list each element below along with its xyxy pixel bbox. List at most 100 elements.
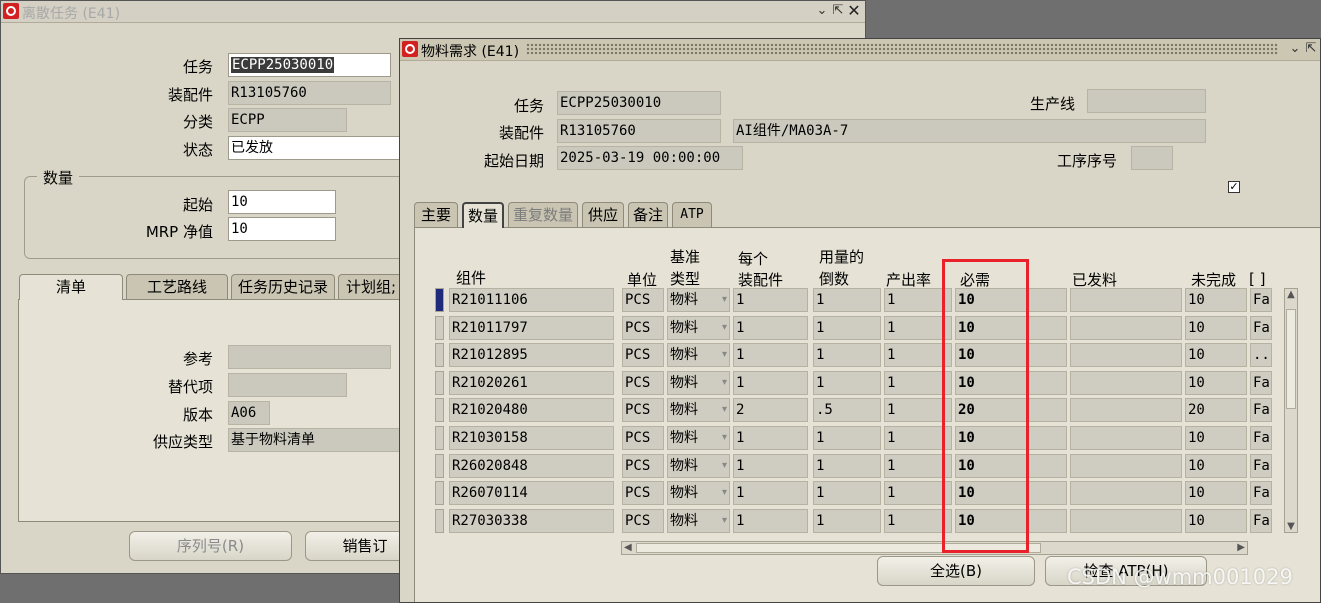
cell-open[interactable]: 10 — [1185, 370, 1247, 395]
assembly-description-field[interactable]: AI组件/MA03A-7 — [733, 119, 1206, 143]
cell-component[interactable]: R21011797 — [449, 315, 614, 340]
task-field[interactable]: ECPP25030010 — [228, 53, 391, 77]
maximize-icon[interactable]: ⇱ — [1304, 41, 1318, 57]
cell-uom[interactable]: PCS — [622, 398, 664, 423]
scroll-left-icon[interactable]: ◀ — [624, 542, 632, 553]
cell-extra[interactable]: Fa — [1250, 398, 1272, 423]
cell-uom[interactable]: PCS — [622, 508, 664, 533]
cell-issued[interactable] — [1070, 370, 1182, 395]
material-requirements-titlebar[interactable]: 物料需求 (E41) ⌄ ⇱ — [400, 39, 1320, 61]
cell-extra[interactable]: Fa — [1250, 426, 1272, 450]
start-qty-field[interactable]: 10 — [228, 190, 336, 214]
tab-job-history[interactable]: 任务历史记录 — [231, 274, 335, 300]
cell-uom[interactable]: PCS — [622, 288, 664, 312]
cell-inverse[interactable]: 1 — [813, 453, 881, 478]
maximize-icon[interactable]: ⇱ — [831, 3, 845, 19]
tab-notes[interactable]: 备注 — [628, 202, 668, 228]
minimize-icon[interactable]: ⌄ — [1288, 41, 1302, 57]
cell-per-assy[interactable]: 1 — [733, 370, 808, 395]
cell-uom[interactable]: PCS — [622, 481, 664, 506]
cell-open[interactable]: 20 — [1185, 398, 1247, 423]
cell-issued[interactable] — [1070, 453, 1182, 478]
cell-open[interactable]: 10 — [1185, 426, 1247, 450]
cell-basis[interactable]: 物料 — [667, 288, 730, 312]
cell-uom[interactable]: PCS — [622, 343, 664, 368]
cell-issued[interactable] — [1070, 426, 1182, 450]
cell-component[interactable]: R21011106 — [449, 288, 614, 312]
cell-inverse[interactable]: 1 — [813, 315, 881, 340]
cell-per-assy[interactable]: 1 — [733, 426, 808, 450]
cell-inverse[interactable]: 1 — [813, 426, 881, 450]
row-indicator[interactable] — [435, 288, 444, 312]
discrete-job-titlebar[interactable]: 离散任务 (E41) ⌄ ⇱ ✕ — [1, 1, 865, 23]
tab-supply[interactable]: 供应 — [582, 202, 624, 228]
row-indicator[interactable] — [435, 370, 444, 395]
row-indicator[interactable] — [435, 426, 444, 450]
cell-per-assy[interactable]: 2 — [733, 398, 808, 423]
tab-atp[interactable]: ATP — [672, 202, 712, 228]
cell-per-assy[interactable]: 1 — [733, 343, 808, 368]
select-all-button[interactable]: 全选(B) — [877, 556, 1035, 586]
mrp-net-field[interactable]: 10 — [228, 217, 336, 241]
cell-uom[interactable]: PCS — [622, 315, 664, 340]
cell-basis[interactable]: 物料 — [667, 508, 730, 533]
cell-component[interactable]: R21030158 — [449, 426, 614, 450]
cell-open[interactable]: 10 — [1185, 343, 1247, 368]
cell-issued[interactable] — [1070, 508, 1182, 533]
cell-component[interactable]: R27030338 — [449, 508, 614, 533]
cell-extra[interactable]: Fa — [1250, 453, 1272, 478]
row-indicator[interactable] — [435, 453, 444, 478]
cell-issued[interactable] — [1070, 315, 1182, 340]
cell-inverse[interactable]: .5 — [813, 398, 881, 423]
cell-basis[interactable]: 物料 — [667, 370, 730, 395]
cell-inverse[interactable]: 1 — [813, 343, 881, 368]
scroll-up-icon[interactable]: ▲ — [1285, 289, 1297, 300]
cell-open[interactable]: 10 — [1185, 508, 1247, 533]
tab-main[interactable]: 主要 — [414, 202, 458, 228]
cell-component[interactable]: R26020848 — [449, 453, 614, 478]
cell-uom[interactable]: PCS — [622, 426, 664, 450]
cell-issued[interactable] — [1070, 288, 1182, 312]
tab-repetitive-quantity[interactable]: 重复数量 — [508, 202, 578, 228]
cell-basis[interactable]: 物料 — [667, 398, 730, 423]
reference-field[interactable] — [228, 345, 391, 369]
cell-per-assy[interactable]: 1 — [733, 508, 808, 533]
cell-per-assy[interactable]: 1 — [733, 481, 808, 506]
cell-component[interactable]: R21020480 — [449, 398, 614, 423]
vertical-scroll-thumb[interactable] — [1286, 309, 1296, 409]
row-indicator[interactable] — [435, 481, 444, 506]
cell-extra[interactable]: .. — [1250, 343, 1272, 368]
cell-uom[interactable]: PCS — [622, 370, 664, 395]
tab-schedule-group[interactable]: 计划组; — [338, 274, 404, 300]
row-indicator[interactable] — [435, 508, 444, 533]
tab-quantity[interactable]: 数量 — [462, 202, 504, 228]
cell-component[interactable]: R21012895 — [449, 343, 614, 368]
alternate-field[interactable] — [228, 373, 347, 397]
assembly-field[interactable]: R13105760 — [228, 81, 391, 105]
cell-basis[interactable]: 物料 — [667, 426, 730, 450]
supply-type-field[interactable]: 基于物料清单 — [228, 428, 408, 452]
cell-uom[interactable]: PCS — [622, 453, 664, 478]
cell-extra[interactable]: Fa — [1250, 370, 1272, 395]
operation-seq-field[interactable] — [1131, 146, 1173, 170]
tab-bom[interactable]: 清单 — [19, 274, 123, 300]
horizontal-scrollbar[interactable]: ◀ ▶ — [621, 541, 1248, 555]
cell-basis[interactable]: 物料 — [667, 453, 730, 478]
cell-open[interactable]: 10 — [1185, 288, 1247, 312]
cell-inverse[interactable]: 1 — [813, 370, 881, 395]
cell-open[interactable]: 10 — [1185, 481, 1247, 506]
row-indicator[interactable] — [435, 398, 444, 423]
cell-issued[interactable] — [1070, 398, 1182, 423]
cell-basis[interactable]: 物料 — [667, 343, 730, 368]
production-line-field[interactable] — [1087, 89, 1206, 113]
cell-component[interactable]: R26070114 — [449, 481, 614, 506]
cell-issued[interactable] — [1070, 343, 1182, 368]
cell-issued[interactable] — [1070, 481, 1182, 506]
scroll-down-icon[interactable]: ▼ — [1285, 521, 1297, 532]
cell-per-assy[interactable]: 1 — [733, 453, 808, 478]
cell-extra[interactable]: Fa — [1250, 315, 1272, 340]
revision-field[interactable]: A06 — [228, 401, 270, 425]
header-checkbox[interactable]: ✓ — [1228, 181, 1240, 193]
cell-extra[interactable]: Fa — [1250, 288, 1272, 312]
cell-inverse[interactable]: 1 — [813, 288, 881, 312]
